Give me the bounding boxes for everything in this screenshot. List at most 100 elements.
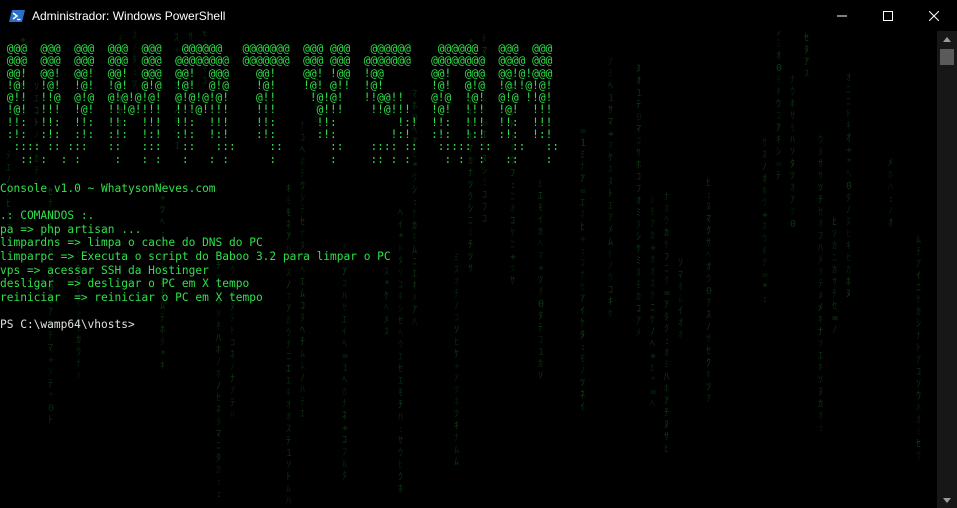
svg-text:ｶ: ｶ <box>76 334 81 346</box>
scroll-up-button[interactable] <box>937 31 957 47</box>
svg-text:ﾄ: ﾄ <box>48 415 53 426</box>
svg-text:ﾏ: ﾏ <box>48 343 53 354</box>
console-area[interactable]: ﾃｴﾉｼﾋﾅﾌﾇ + ﾃｸﾇｼ * ｺｿｴｺﾄﾉﾐｶﾃｲｾﾅﾓﾃｺｶﾐ +0 ﾋｱｿﾁﾏ + ｿ… <box>0 31 937 508</box>
svg-text:ﾃ: ﾃ <box>776 171 781 182</box>
svg-text:ｽ: ｽ <box>132 31 137 42</box>
minimize-button[interactable] <box>819 0 865 31</box>
vertical-scrollbar[interactable] <box>937 31 957 508</box>
svg-text:ﾀ: ﾀ <box>846 192 851 204</box>
svg-text:ﾂ: ﾂ <box>818 183 823 194</box>
svg-text:ﾑ: ﾑ <box>454 457 459 468</box>
svg-text:ｽ: ｽ <box>650 279 655 290</box>
svg-text:ｵ: ｵ <box>846 72 851 84</box>
svg-text:ｿ: ｿ <box>916 379 921 390</box>
svg-text:ﾒ: ﾒ <box>818 291 823 302</box>
svg-text:1: 1 <box>538 347 544 358</box>
svg-text:ﾉ: ﾉ <box>300 373 305 384</box>
svg-text:ｳ: ｳ <box>762 233 767 245</box>
svg-text:ｺ: ｺ <box>230 338 235 349</box>
svg-text:ｶ: ｶ <box>818 398 823 410</box>
svg-text:ﾈ: ﾈ <box>230 349 235 361</box>
svg-text:ｴ: ｴ <box>398 352 403 363</box>
svg-text:ｻ: ｻ <box>790 110 795 122</box>
svg-text:ｷ: ｷ <box>818 363 823 374</box>
svg-text:ｱ: ｱ <box>664 300 669 311</box>
svg-text:ｿ: ｿ <box>76 371 81 382</box>
svg-text:ｲ: ｲ <box>580 306 585 317</box>
svg-text:ﾅ: ﾅ <box>790 74 795 86</box>
svg-text:=: = <box>580 126 586 137</box>
title-bar[interactable]: Administrador: Windows PowerShell <box>0 0 957 31</box>
svg-text:ｿ: ｿ <box>48 367 53 378</box>
minimize-icon <box>837 15 847 16</box>
svg-text:+: + <box>762 210 768 221</box>
svg-text:ｸ: ｸ <box>650 290 655 302</box>
svg-text:ﾌ: ﾌ <box>664 252 669 263</box>
svg-text:ﾇ: ﾇ <box>846 289 851 300</box>
banner-line: :::: :: ::: :: ::: :: ::: :: :: :::: :: … <box>0 140 560 154</box>
svg-text:ﾐ: ﾐ <box>776 39 781 50</box>
svg-text:*: * <box>48 391 54 402</box>
svg-text:ｶ: ｶ <box>636 291 641 303</box>
svg-text::: : <box>818 423 824 434</box>
svg-text:ﾇ: ﾇ <box>636 268 641 279</box>
svg-text:ｾ: ｾ <box>832 300 837 312</box>
svg-text:ﾄ: ﾄ <box>846 109 851 120</box>
svg-text:ﾇ: ﾇ <box>664 420 669 431</box>
svg-text:ｴ: ｴ <box>608 201 613 212</box>
command-prompt[interactable]: PS C:\wamp64\vhosts> <box>0 318 559 332</box>
version-line: Console v1.0 ~ WhatysonNeves.com <box>0 181 216 195</box>
svg-text:ﾓ: ﾓ <box>650 207 655 218</box>
svg-text:ﾂ: ﾂ <box>790 171 795 182</box>
close-button[interactable] <box>911 0 957 31</box>
svg-text:ﾐ: ﾐ <box>664 360 669 371</box>
svg-text:ﾒ: ﾒ <box>608 225 613 236</box>
scrollbar-thumb[interactable] <box>940 49 954 65</box>
svg-text:ﾎ: ﾎ <box>790 98 795 110</box>
svg-text:1: 1 <box>580 138 586 149</box>
svg-text:ｱ: ｱ <box>804 57 809 68</box>
svg-text::: : <box>216 489 222 500</box>
svg-text:ｷ: ｷ <box>160 361 165 372</box>
svg-text:ﾋ: ﾋ <box>454 336 459 348</box>
svg-text:ﾁ: ﾁ <box>398 400 403 411</box>
svg-text:ﾄ: ﾄ <box>916 343 921 354</box>
svg-text::: : <box>762 294 768 305</box>
svg-text:ｷ: ｷ <box>818 315 823 326</box>
svg-text:+: + <box>454 361 460 372</box>
svg-text:ｵ: ｵ <box>286 411 291 423</box>
svg-text:ｺ: ｺ <box>636 304 641 315</box>
svg-text:ﾍ: ﾍ <box>846 169 851 180</box>
svg-text:ｲ: ｲ <box>678 306 683 317</box>
svg-text::: : <box>580 342 586 353</box>
svg-text:ﾉ: ﾉ <box>580 366 585 377</box>
svg-text:ｴ: ｴ <box>300 409 305 420</box>
svg-text:ﾓ: ﾓ <box>398 388 403 399</box>
svg-text:ﾁ: ﾁ <box>832 289 837 300</box>
svg-text:ｳ: ｳ <box>664 215 669 227</box>
svg-text:ﾆ: ﾆ <box>650 303 655 314</box>
svg-text:ｾ: ｾ <box>580 281 585 293</box>
svg-text:ｹ: ｹ <box>636 243 641 255</box>
svg-text:ﾎ: ﾎ <box>216 368 221 380</box>
svg-text:ﾅ: ﾅ <box>286 339 291 351</box>
svg-text:ﾀ: ﾀ <box>664 311 669 323</box>
scroll-down-button[interactable] <box>937 492 957 508</box>
svg-text:=: = <box>664 288 670 299</box>
svg-text:ｴ: ｴ <box>580 198 585 209</box>
svg-text:ﾋ: ﾋ <box>706 177 711 189</box>
svg-text:ﾑ: ﾑ <box>916 235 921 246</box>
maximize-button[interactable] <box>865 0 911 31</box>
svg-text:ｸ: ｸ <box>706 357 711 369</box>
svg-text:ｺ: ｺ <box>342 435 347 446</box>
svg-text:ｱ: ｱ <box>230 386 235 397</box>
svg-text:ﾋ: ﾋ <box>650 362 655 374</box>
svg-text:ﾎ: ﾎ <box>636 159 641 171</box>
svg-text:ﾀ: ﾀ <box>804 44 809 56</box>
svg-text:ｸ: ｸ <box>398 471 403 483</box>
svg-text:ｽ: ｽ <box>286 424 291 435</box>
svg-text:=: = <box>342 351 348 362</box>
svg-text:ﾎ: ﾎ <box>398 483 403 495</box>
svg-text:ｻ: ｻ <box>832 276 837 288</box>
svg-text:ｳ: ｳ <box>818 134 823 146</box>
